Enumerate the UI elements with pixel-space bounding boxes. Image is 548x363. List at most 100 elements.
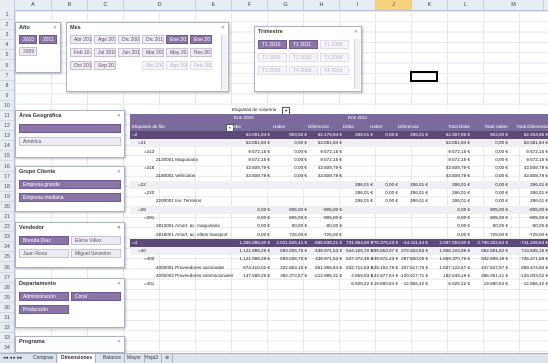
- row-header[interactable]: 29: [0, 293, 14, 303]
- pivot-cell[interactable]: 903,00 €: [273, 131, 307, 139]
- pivot-cell[interactable]: 53.081,94 €: [308, 139, 342, 147]
- pivot-cell[interactable]: 725,00 €: [472, 231, 508, 239]
- pivot-cell[interactable]: 9.572,15 €: [230, 148, 270, 156]
- pivot-cell[interactable]: 286,01 €: [510, 181, 548, 189]
- row-header[interactable]: 33: [0, 333, 14, 344]
- pivot-cell[interactable]: -12.856,42 €: [510, 280, 548, 288]
- row-header[interactable]: 15: [0, 151, 14, 162]
- pivot-cell[interactable]: 1.666.104,98 €: [430, 247, 470, 255]
- row-header[interactable]: 22: [0, 222, 14, 233]
- row-header[interactable]: 25: [0, 252, 14, 263]
- pivot-cell[interactable]: 53.367,95 €: [430, 131, 470, 139]
- row-header[interactable]: 13: [0, 131, 14, 142]
- pivot-cell[interactable]: 0,00 €: [370, 197, 398, 205]
- select-all-corner[interactable]: [0, 0, 15, 10]
- pivot-cell[interactable]: 683.026,75 €: [273, 255, 307, 263]
- row-header[interactable]: 28: [0, 283, 14, 293]
- row-header[interactable]: 4: [0, 40, 14, 51]
- pivot-cell[interactable]: 725,00 €: [273, 231, 307, 239]
- pivot-cell[interactable]: 974.410,02 €: [230, 264, 270, 272]
- row-header[interactable]: 8: [0, 81, 14, 91]
- pivot-cell[interactable]: 43.509,79 €: [308, 164, 342, 172]
- pivot-cell[interactable]: 53.081,94 €: [230, 139, 270, 147]
- slicer-mes[interactable]: Mes ✕ Abr 2010Ago 2010Dic 2009Dic 2010En…: [66, 22, 229, 92]
- pivot-cell[interactable]: 9.572,15 €: [308, 148, 342, 156]
- pivot-row[interactable]: =401 6.826,22 €19.680,64 € -12.856,42 €6.8…: [130, 280, 548, 288]
- column-header-f[interactable]: F: [232, 0, 268, 10]
- pivot-cell[interactable]: 0,00 €: [472, 139, 508, 147]
- pivot-row[interactable]: 4000002 Proveedores internacionales 147.5…: [130, 272, 548, 280]
- slicer-item[interactable]: Elena Vélez: [71, 236, 121, 245]
- pivot-cell[interactable]: 360.373,57 €: [273, 272, 307, 280]
- pivot-cell[interactable]: 0,00 €: [370, 181, 398, 189]
- slicer-item[interactable]: Ago 2009: [166, 61, 188, 70]
- pivot-row[interactable]: 2200001 Inv. Terrenos 286,01 €0,00 €286,0…: [130, 197, 548, 205]
- pivot-cell[interactable]: 0,00 €: [370, 189, 398, 197]
- pivot-cell[interactable]: 1.121.998,28 €: [230, 255, 270, 263]
- slicer-item[interactable]: 2010: [19, 35, 37, 44]
- pivot-cell[interactable]: 407.517,76 €: [398, 264, 428, 272]
- clear-filter-icon[interactable]: ✕: [221, 25, 225, 31]
- row-header[interactable]: 18: [0, 182, 14, 192]
- pivot-cell[interactable]: 19.680,64 €: [472, 280, 508, 288]
- row-header[interactable]: 19: [0, 192, 14, 202]
- row-header[interactable]: 17: [0, 172, 14, 182]
- row-header[interactable]: 23: [0, 232, 14, 243]
- slicer-item[interactable]: Nov 2010: [190, 48, 212, 57]
- slicer-programa[interactable]: Programa ✕: [15, 336, 125, 353]
- pivot-cell[interactable]: -12.856,42 €: [398, 280, 428, 288]
- pivot-cell[interactable]: 731.964,80 €: [343, 239, 373, 247]
- pivot-cell[interactable]: 80,00 €: [273, 222, 307, 230]
- pivot-cell[interactable]: 286,01 €: [510, 189, 548, 197]
- row-header[interactable]: 10: [0, 101, 14, 111]
- pivot-cell[interactable]: 0,00 €: [273, 164, 307, 172]
- pivot-cell[interactable]: 683.026,75 €: [273, 247, 307, 255]
- pivot-cell[interactable]: -120.017,71 €: [398, 272, 428, 280]
- pivot-cell[interactable]: 43.509,79 €: [308, 172, 342, 180]
- column-header-k[interactable]: K: [412, 0, 448, 10]
- slicer-item[interactable]: T1 2011: [289, 40, 318, 49]
- pivot-row[interactable]: =2 53.081,94 €903,00 €52.178,94 €286,01 €…: [130, 130, 548, 140]
- pivot-cell[interactable]: 952.581,82 €: [472, 247, 508, 255]
- pivot-cell[interactable]: 286,01 €: [343, 197, 373, 205]
- pivot-cell[interactable]: -805,00 €: [510, 214, 548, 222]
- slicer-item[interactable]: Oct 2010: [70, 61, 92, 70]
- pivot-cell[interactable]: 0,00 €: [230, 206, 270, 214]
- pivot-row[interactable]: =400 1.121.998,28 €683.026,75 €438.971,53…: [130, 255, 548, 263]
- slicer-item[interactable]: Ene 2010: [166, 35, 188, 44]
- pivot-cell[interactable]: 2.021.826,41 €: [273, 239, 307, 247]
- row-header[interactable]: 34: [0, 343, 14, 354]
- pivot-row[interactable]: =28 0,00 €805,00 € -805,00 €0,00 €805,00 €…: [130, 205, 548, 214]
- slicer-area-geografica[interactable]: Área Geográfica ✕ América: [15, 110, 125, 158]
- pivot-cell[interactable]: 286,01 €: [430, 181, 470, 189]
- slicer-item[interactable]: Miguel Severino: [71, 249, 121, 258]
- pivot-cell[interactable]: 9.572,15 €: [510, 148, 548, 156]
- pivot-cell[interactable]: 0,00 €: [472, 164, 508, 172]
- pivot-cell[interactable]: 43.509,79 €: [230, 172, 270, 180]
- pivot-row[interactable]: =213 9.572,15 €0,00 €9.572,15 €9.572,15 €…: [130, 148, 548, 156]
- slicer-item[interactable]: Feb 10...: [70, 48, 92, 57]
- row-header[interactable]: 26: [0, 263, 14, 273]
- pivot-cell[interactable]: 0,00 €: [230, 231, 270, 239]
- row-header[interactable]: 6: [0, 61, 14, 71]
- pivot-row[interactable]: 2180001 Vehículos 43.509,79 €0,00 €43.509…: [130, 172, 548, 180]
- pivot-cell[interactable]: 0,00 €: [273, 139, 307, 147]
- pivot-cell[interactable]: 0,00 €: [430, 206, 470, 214]
- pivot-cell[interactable]: 4.659,93 €: [343, 272, 373, 280]
- slicer-item[interactable]: Ago 2010: [94, 35, 116, 44]
- slicer-item[interactable]: Producción: [19, 305, 69, 314]
- row-header[interactable]: 7: [0, 71, 14, 81]
- slicer-item[interactable]: T1 2010: [258, 40, 287, 49]
- pivot-cell[interactable]: 43.509,79 €: [510, 172, 548, 180]
- pivot-cell[interactable]: 805,00 €: [273, 214, 307, 222]
- column-header-e[interactable]: E: [196, 0, 232, 10]
- clear-filter-icon[interactable]: ✕: [117, 339, 121, 345]
- pivot-row[interactable]: 4000001 Proveedores nacionales 974.410,02…: [130, 264, 548, 272]
- pivot-cell[interactable]: -725,00 €: [510, 231, 548, 239]
- pivot-cell[interactable]: 0,00 €: [230, 214, 270, 222]
- column-header-i[interactable]: I: [340, 0, 376, 10]
- pivot-cell[interactable]: 147.588,26 €: [230, 272, 270, 280]
- pivot-cell[interactable]: 9.572,15 €: [308, 156, 342, 164]
- row-header[interactable]: 16: [0, 162, 14, 172]
- pivot-cell[interactable]: 9.572,15 €: [430, 156, 470, 164]
